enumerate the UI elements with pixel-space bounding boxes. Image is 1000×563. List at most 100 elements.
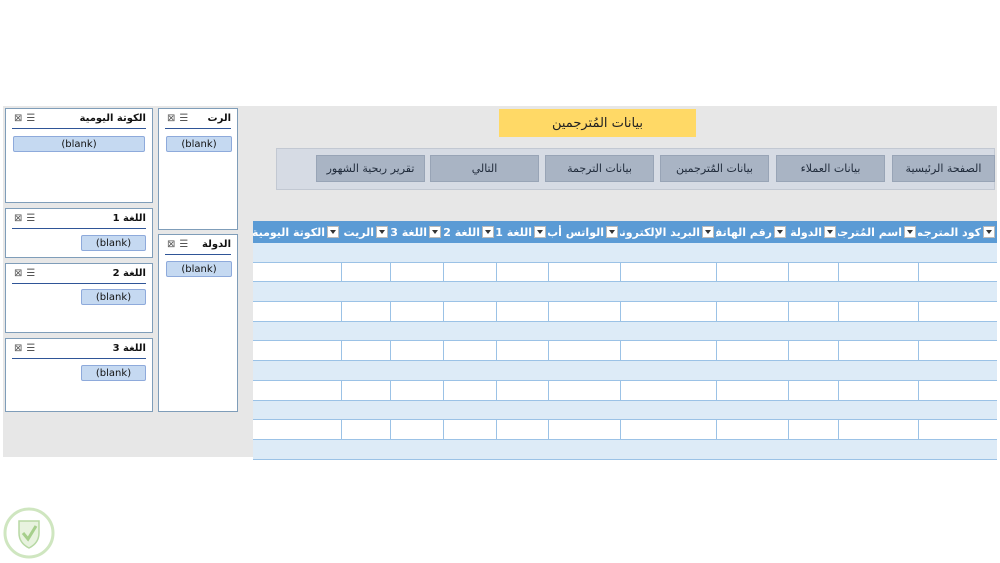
cell-divider bbox=[620, 380, 621, 400]
column-header-phone[interactable]: رقم الهاتف bbox=[716, 221, 788, 243]
table-row[interactable] bbox=[253, 302, 997, 322]
table-row[interactable] bbox=[253, 282, 997, 303]
nav-translation-button[interactable]: بيانات الترجمة bbox=[545, 155, 654, 182]
nav-profit-report-button[interactable]: تقرير ربحية الشهور bbox=[316, 155, 425, 182]
column-header-language3[interactable]: اللغة 3 bbox=[390, 221, 443, 243]
table-row[interactable] bbox=[253, 341, 997, 362]
cell-divider bbox=[496, 380, 497, 400]
slicer-item[interactable]: (blank) bbox=[81, 365, 146, 381]
slicer-item[interactable]: (blank) bbox=[13, 136, 145, 152]
shield-logo-icon bbox=[3, 507, 55, 559]
cell-divider bbox=[620, 341, 621, 361]
cell-divider bbox=[838, 420, 839, 439]
multi-select-icon[interactable]: ☰ bbox=[179, 113, 192, 124]
table-row[interactable] bbox=[253, 321, 997, 342]
cell-divider bbox=[716, 380, 717, 400]
nav-next-button[interactable]: التالي bbox=[430, 155, 539, 182]
cell-divider bbox=[838, 380, 839, 400]
cell-divider bbox=[548, 420, 549, 439]
cell-divider bbox=[548, 380, 549, 400]
slicer-item[interactable]: (blank) bbox=[81, 289, 146, 305]
cell-divider bbox=[716, 341, 717, 361]
column-header-translator-code[interactable]: كود المترجم bbox=[918, 221, 997, 243]
nav-home-button[interactable]: الصفحة الرئيسية bbox=[892, 155, 995, 182]
table-row[interactable] bbox=[253, 380, 997, 401]
column-header-email[interactable]: البريد الإلكتروني bbox=[620, 221, 716, 243]
cell-divider bbox=[620, 302, 621, 321]
cell-divider bbox=[443, 420, 444, 439]
slicer-language1: ⊠☰ اللغة 1 (blank) bbox=[5, 208, 153, 258]
slicer-item[interactable]: (blank) bbox=[166, 261, 232, 277]
cell-divider bbox=[918, 380, 919, 400]
cell-divider bbox=[341, 341, 342, 361]
cell-divider bbox=[918, 262, 919, 282]
table-row[interactable] bbox=[253, 420, 997, 440]
cell-divider bbox=[620, 262, 621, 282]
cell-divider bbox=[548, 341, 549, 361]
nav-clients-button[interactable]: بيانات العملاء bbox=[776, 155, 885, 182]
slicer-title: الكوتة اليومية bbox=[79, 113, 146, 124]
slicer-language3: ⊠☰ اللغة 3 (blank) bbox=[5, 338, 153, 412]
slicer-title: اللغة 3 bbox=[112, 343, 146, 354]
cell-divider bbox=[548, 262, 549, 282]
cell-divider bbox=[716, 420, 717, 439]
dropdown-arrow-icon[interactable] bbox=[376, 226, 388, 238]
slicer-item[interactable]: (blank) bbox=[166, 136, 232, 152]
dropdown-arrow-icon[interactable] bbox=[774, 226, 786, 238]
slicer-title: اللغة 2 bbox=[112, 268, 146, 279]
column-header-rate[interactable]: الريت bbox=[341, 221, 390, 243]
cell-divider bbox=[341, 420, 342, 439]
column-header-translator-name[interactable]: اسم المُترجم bbox=[838, 221, 918, 243]
multi-select-icon[interactable]: ☰ bbox=[26, 343, 39, 354]
cell-divider bbox=[716, 302, 717, 321]
cell-divider bbox=[443, 262, 444, 282]
dropdown-arrow-icon[interactable] bbox=[429, 226, 441, 238]
slicer-title: اللغة 1 bbox=[112, 213, 146, 224]
column-header-language2[interactable]: اللغة 2 bbox=[443, 221, 496, 243]
clear-filter-icon[interactable]: ⊠ bbox=[167, 113, 179, 124]
table-header: كود المترجم اسم المُترجم الدولة رقم الها… bbox=[253, 221, 997, 243]
multi-select-icon[interactable]: ☰ bbox=[179, 239, 192, 250]
clear-filter-icon[interactable]: ⊠ bbox=[14, 113, 26, 124]
dropdown-arrow-icon[interactable] bbox=[824, 226, 836, 238]
clear-filter-icon[interactable]: ⊠ bbox=[167, 239, 179, 250]
multi-select-icon[interactable]: ☰ bbox=[26, 213, 39, 224]
cell-divider bbox=[838, 262, 839, 282]
cell-divider bbox=[548, 302, 549, 321]
cell-divider bbox=[390, 420, 391, 439]
table-row[interactable] bbox=[253, 262, 997, 283]
cell-divider bbox=[496, 262, 497, 282]
cell-divider bbox=[788, 341, 789, 361]
column-header-whatsapp[interactable]: الواتس أب bbox=[548, 221, 620, 243]
dropdown-arrow-icon[interactable] bbox=[482, 226, 494, 238]
table-row[interactable] bbox=[253, 361, 997, 381]
cell-divider bbox=[918, 302, 919, 321]
nav-translators-button[interactable]: بيانات المُترجمين bbox=[660, 155, 769, 182]
table-row[interactable] bbox=[253, 400, 997, 421]
table-row[interactable] bbox=[253, 439, 997, 460]
clear-filter-icon[interactable]: ⊠ bbox=[14, 343, 26, 354]
cell-divider bbox=[838, 341, 839, 361]
cell-divider bbox=[341, 262, 342, 282]
dropdown-arrow-icon[interactable] bbox=[904, 226, 916, 238]
dropdown-arrow-icon[interactable] bbox=[702, 226, 714, 238]
clear-filter-icon[interactable]: ⊠ bbox=[14, 213, 26, 224]
cell-divider bbox=[788, 380, 789, 400]
slicer-title: الدولة bbox=[202, 239, 231, 250]
clear-filter-icon[interactable]: ⊠ bbox=[14, 268, 26, 279]
column-header-country[interactable]: الدولة bbox=[788, 221, 838, 243]
slicer-item[interactable]: (blank) bbox=[81, 235, 146, 251]
multi-select-icon[interactable]: ☰ bbox=[26, 113, 39, 124]
dropdown-arrow-icon[interactable] bbox=[327, 226, 339, 238]
table-row[interactable] bbox=[253, 243, 997, 263]
cell-divider bbox=[443, 380, 444, 400]
page-title: بيانات المُترجمين bbox=[499, 109, 696, 137]
column-header-daily-quota[interactable]: الكوتة اليومية bbox=[253, 221, 341, 243]
dropdown-arrow-icon[interactable] bbox=[534, 226, 546, 238]
dropdown-arrow-icon[interactable] bbox=[606, 226, 618, 238]
dropdown-arrow-icon[interactable] bbox=[983, 226, 995, 238]
cell-divider bbox=[443, 341, 444, 361]
column-header-language1[interactable]: اللغة 1 bbox=[496, 221, 548, 243]
multi-select-icon[interactable]: ☰ bbox=[26, 268, 39, 279]
cell-divider bbox=[620, 420, 621, 439]
